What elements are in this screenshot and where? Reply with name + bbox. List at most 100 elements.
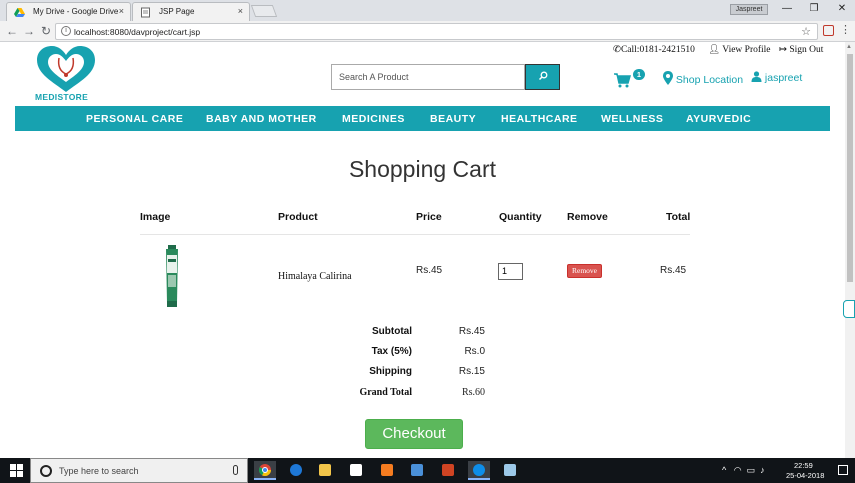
clock-date[interactable]: 25-04-2018 bbox=[786, 471, 824, 480]
back-icon[interactable]: ← bbox=[5, 24, 19, 38]
menu-icon[interactable]: ⋮ bbox=[840, 23, 851, 36]
product-price: Rs.45 bbox=[416, 265, 443, 276]
tab-close-icon[interactable]: × bbox=[238, 6, 243, 16]
taskbar-xampp[interactable] bbox=[376, 461, 398, 480]
address-bar-row: ← → ↻ i localhost:8080/davproject/cart.j… bbox=[0, 21, 855, 42]
microphone-icon[interactable] bbox=[233, 465, 238, 475]
minimize-icon[interactable]: — bbox=[780, 3, 794, 14]
scroll-thumb[interactable] bbox=[847, 54, 853, 282]
grand-total-value: Rs.60 bbox=[461, 387, 485, 398]
forward-icon[interactable]: → bbox=[22, 24, 36, 38]
taskbar-edge[interactable] bbox=[285, 461, 307, 480]
clock-time[interactable]: 22:59 bbox=[794, 461, 813, 470]
nav-healthcare[interactable]: HEALTHCARE bbox=[501, 113, 578, 125]
shipping-label: Shipping bbox=[369, 366, 412, 377]
battery-icon[interactable]: ▭ bbox=[747, 465, 756, 475]
network-icon[interactable]: ◠ bbox=[734, 465, 742, 475]
page-title: Shopping Cart bbox=[348, 156, 497, 182]
product-name: Himalaya Calirina bbox=[278, 271, 352, 282]
edge-icon bbox=[290, 464, 302, 476]
quantity-input[interactable]: 1 bbox=[498, 263, 523, 280]
page-scrollbar[interactable]: ▲ bbox=[845, 42, 855, 458]
cart-count-badge: 1 bbox=[633, 69, 645, 80]
table-divider bbox=[140, 234, 690, 235]
nav-baby-and-mother[interactable]: BABY AND MOTHER bbox=[206, 113, 317, 125]
notification-icon[interactable] bbox=[838, 465, 848, 475]
url-field[interactable]: i localhost:8080/davproject/cart.jsp ☆ bbox=[55, 23, 818, 40]
taskbar-file-explorer[interactable] bbox=[314, 461, 336, 480]
tab-title: My Drive - Google Drive bbox=[33, 7, 119, 16]
shipping-value: Rs.15 bbox=[458, 366, 485, 377]
taskbar-teamviewer[interactable] bbox=[468, 461, 490, 480]
subtotal-label: Subtotal bbox=[372, 326, 412, 337]
cart-icon[interactable] bbox=[614, 73, 631, 88]
subtotal-value: Rs.45 bbox=[458, 326, 485, 337]
nav-beauty[interactable]: BEAUTY bbox=[430, 113, 476, 125]
cortana-icon bbox=[40, 465, 52, 477]
taskbar-chrome[interactable] bbox=[254, 461, 276, 480]
taskbar-powerpoint[interactable] bbox=[437, 461, 459, 480]
xampp-icon bbox=[381, 464, 393, 476]
username-text: jaspreet bbox=[764, 72, 803, 84]
teamviewer-icon bbox=[473, 464, 485, 476]
remove-button[interactable]: Remove bbox=[567, 264, 602, 278]
nav-wellness[interactable]: WELLNESS bbox=[601, 113, 663, 125]
profile-chip[interactable]: Jaspreet bbox=[730, 4, 768, 15]
tab-close-icon[interactable]: × bbox=[119, 6, 124, 16]
reload-icon[interactable]: ↻ bbox=[39, 24, 53, 38]
shop-location-link[interactable]: Shop Location bbox=[663, 71, 743, 86]
sign-out-text: Sign Out bbox=[789, 45, 824, 55]
shop-location-text: Shop Location bbox=[675, 74, 744, 86]
column-header-total: Total bbox=[666, 211, 691, 223]
page-icon bbox=[141, 7, 150, 18]
sign-out-link[interactable]: ↦ Sign Out bbox=[779, 44, 823, 55]
store-icon bbox=[350, 464, 362, 476]
user-account-link[interactable]: jaspreet bbox=[751, 71, 802, 84]
column-header-image: Image bbox=[140, 211, 171, 223]
view-profile-link[interactable]: 👤︎ View Profile bbox=[708, 44, 771, 55]
taskbar-store[interactable] bbox=[345, 461, 367, 480]
tab-jsp-page[interactable]: JSP Page × bbox=[132, 2, 250, 21]
taskbar-search-input[interactable]: Type here to search bbox=[30, 458, 248, 483]
new-tab-button[interactable] bbox=[250, 5, 278, 17]
restore-icon[interactable]: ❐ bbox=[807, 3, 821, 14]
nav-ayurvedic[interactable]: AYURVEDIC bbox=[686, 113, 751, 125]
product-total: Rs.45 bbox=[660, 265, 687, 276]
search-input[interactable]: Search A Product bbox=[331, 64, 525, 90]
google-drive-icon bbox=[14, 8, 25, 17]
grand-total-label: Grand Total bbox=[359, 387, 412, 398]
extension-icon[interactable] bbox=[823, 25, 834, 36]
phone-text: Call:0181-2421510 bbox=[620, 45, 695, 55]
tax-value: Rs.0 bbox=[464, 346, 485, 357]
url-text: localhost:8080/davproject/cart.jsp bbox=[74, 27, 201, 37]
tab-title: JSP Page bbox=[159, 7, 195, 16]
taskbar-search-text: Type here to search bbox=[59, 466, 139, 476]
taskbar-notepad[interactable] bbox=[499, 461, 521, 480]
user-icon: 👤︎ bbox=[708, 45, 721, 55]
chevron-up-icon[interactable]: ^ bbox=[722, 465, 726, 475]
checkout-button[interactable]: Checkout bbox=[365, 419, 463, 449]
tab-google-drive[interactable]: My Drive - Google Drive × bbox=[6, 2, 131, 21]
browser-tab-bar: My Drive - Google Drive × JSP Page × Jas… bbox=[0, 0, 855, 21]
volume-icon[interactable]: ♪ bbox=[760, 465, 765, 475]
side-widget-tab[interactable] bbox=[843, 300, 855, 318]
scroll-up-icon[interactable]: ▲ bbox=[846, 44, 852, 50]
nav-personal-care[interactable]: PERSONAL CARE bbox=[86, 113, 183, 125]
nav-medicines[interactable]: MEDICINES bbox=[342, 113, 405, 125]
powerpoint-icon bbox=[442, 464, 454, 476]
notepad-icon bbox=[504, 464, 516, 476]
bookmark-star-icon[interactable]: ☆ bbox=[801, 25, 811, 38]
map-marker-icon bbox=[663, 71, 673, 85]
tax-label: Tax (5%) bbox=[371, 346, 412, 357]
phone-link[interactable]: ✆Call:0181-2421510 bbox=[613, 44, 695, 55]
column-header-price: Price bbox=[416, 211, 442, 223]
product-image[interactable] bbox=[163, 245, 181, 307]
taskbar-virtualbox[interactable] bbox=[406, 461, 428, 480]
windows-start-icon[interactable] bbox=[10, 464, 23, 477]
close-window-icon[interactable]: ✕ bbox=[835, 3, 849, 14]
search-button[interactable] bbox=[525, 64, 560, 90]
web-page: MEDISTORE Search A Product ✆Call:0181-24… bbox=[0, 42, 845, 458]
system-tray[interactable]: ^ ◠ ▭ ♪ bbox=[722, 465, 765, 476]
info-icon[interactable]: i bbox=[61, 26, 71, 36]
sign-out-icon: ↦ bbox=[779, 45, 787, 55]
